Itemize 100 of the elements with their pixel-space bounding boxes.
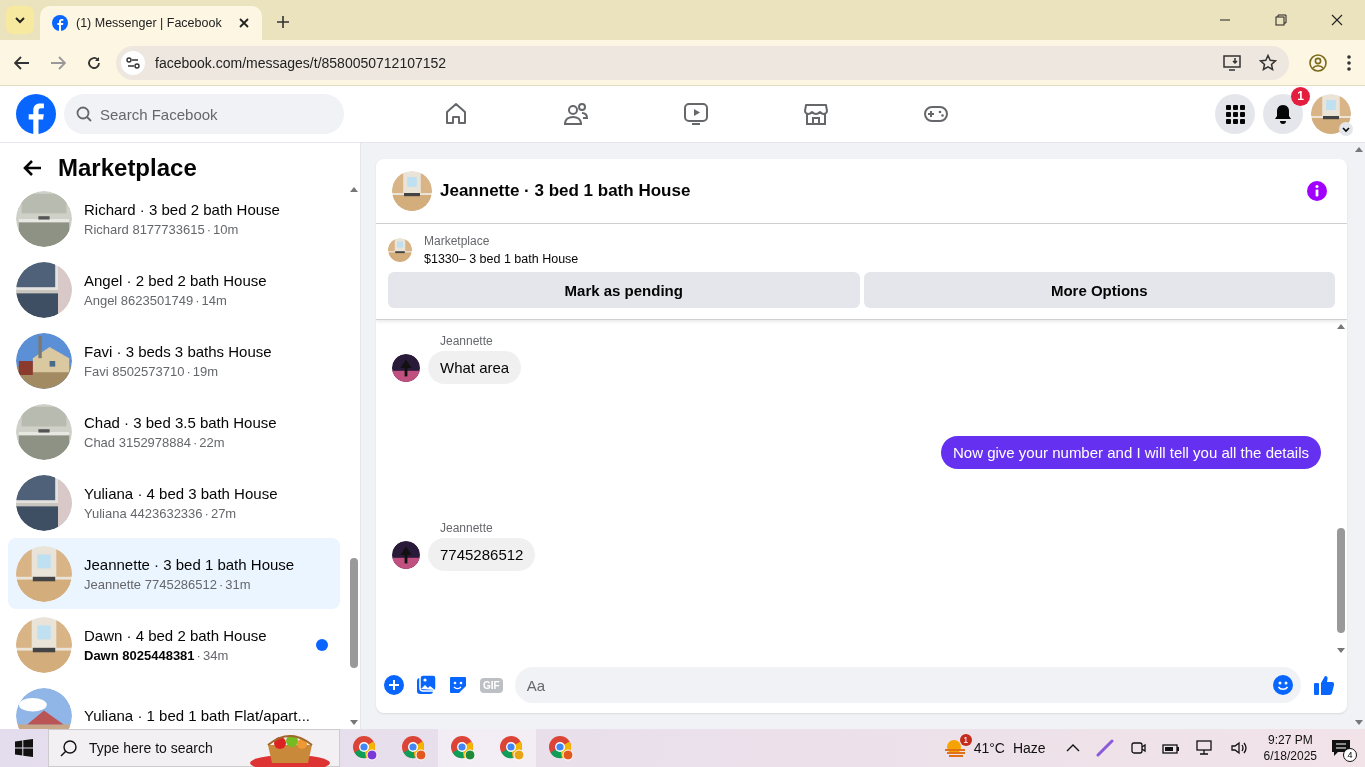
conversation-item[interactable]: Favi · 3 beds 3 baths House Favi 8502573710·19m (8, 325, 340, 396)
search-icon (60, 739, 78, 757)
listing-label: Marketplace (424, 234, 491, 248)
back-arrow-icon[interactable] (14, 55, 30, 70)
sticker-icon[interactable] (448, 675, 468, 695)
restore-icon[interactable] (1275, 14, 1287, 26)
facebook-logo[interactable] (16, 94, 56, 134)
message-preview: Angel 8623501749 (84, 292, 194, 308)
action-button[interactable]: More Options (863, 272, 1335, 308)
reload-icon[interactable] (86, 54, 102, 71)
battery-icon[interactable] (1161, 741, 1180, 755)
message-time: 10m (213, 221, 239, 237)
volume-icon[interactable] (1229, 740, 1248, 756)
menu-button[interactable] (1215, 94, 1255, 134)
sidebar-title: Marketplace (58, 154, 197, 182)
message-bubble: Now give your number and I will tell you all the details (941, 436, 1321, 469)
address-field[interactable]: facebook.com/messages/t/8580050712107152 (116, 45, 1289, 80)
scroll-down-icon[interactable] (350, 720, 358, 725)
forward-arrow-icon[interactable] (50, 55, 66, 70)
search-icon (76, 106, 92, 122)
bell-icon (1273, 104, 1293, 124)
pen-icon[interactable] (1095, 739, 1114, 757)
facebook-icon (52, 15, 68, 31)
more-icon[interactable] (1347, 54, 1351, 71)
conversation-item[interactable]: Dawn · 4 bed 2 bath House Dawn 8025448381·34m (8, 609, 340, 680)
scroll-down-icon[interactable] (1337, 648, 1345, 653)
chevron-up-icon[interactable] (1065, 744, 1080, 752)
conversation-item[interactable]: Yuliana · 4 bed 3 bath House Yuliana 4423632336·27m (8, 467, 340, 538)
message-time: 31m (225, 576, 251, 592)
message-field[interactable]: Aa (514, 667, 1301, 703)
message-preview: Richard 8177733615 (84, 221, 205, 237)
scroll-down-icon[interactable] (1355, 720, 1363, 725)
grid-icon (1225, 104, 1245, 124)
temperature-text: 41°C (973, 740, 1005, 756)
message-bubble: What area (428, 351, 522, 384)
info-icon[interactable] (1307, 181, 1327, 201)
scroll-up-icon[interactable] (1355, 147, 1363, 152)
conversation-title: Favi · 3 beds 3 baths House (84, 342, 273, 360)
message-time: 14m (201, 292, 227, 308)
conversation-title: Angel · 2 bed 2 bath House (84, 271, 268, 289)
message-bubble: 7745286512 (428, 538, 536, 571)
windows-icon[interactable] (15, 739, 33, 757)
network-icon[interactable] (1195, 740, 1214, 756)
back-arrow-icon[interactable] (22, 159, 42, 177)
site-settings-icon[interactable] (121, 50, 145, 75)
chrome-icon[interactable] (400, 735, 427, 761)
sender-name: Jeannette (440, 334, 494, 348)
clock-time: 9:27 PM (1267, 732, 1313, 748)
conversation-item[interactable]: Chad · 3 bed 3.5 bath House Chad 3152978884·22m (8, 396, 340, 467)
separator-dot: · (204, 505, 209, 521)
conversation-item[interactable]: Jeannette · 3 bed 1 bath House Jeannette 7745286512·31m (8, 538, 340, 609)
weather-badge: 1 (959, 734, 972, 746)
conversation-item[interactable]: Angel · 2 bed 2 bath House Angel 8623501749·14m (8, 254, 340, 325)
tab-search-button[interactable] (6, 6, 34, 34)
install-app-icon[interactable] (1223, 54, 1241, 71)
search-field[interactable]: Search Facebook (64, 94, 344, 134)
sender-name: Jeannette (440, 521, 494, 535)
weather-condition: Haze (1012, 740, 1046, 756)
message-preview: Dawn 8025448381 (84, 647, 195, 663)
listing-title: $1330– 3 bed 1 bath House (424, 252, 579, 266)
conversation-title: Jeannette · 3 bed 1 bath House (84, 555, 296, 573)
scrollbar-thumb[interactable] (1337, 528, 1345, 633)
message-preview: Jeannette 7745286512 (84, 576, 217, 592)
profile-icon[interactable] (1309, 53, 1327, 72)
separator-dot: · (195, 292, 200, 308)
chat-title: Jeannette · 3 bed 1 bath House (440, 181, 691, 201)
action-button[interactable]: Mark as pending (388, 272, 860, 308)
video-icon[interactable] (683, 101, 709, 127)
emoji-icon[interactable] (1273, 675, 1293, 695)
camera-icon[interactable] (1129, 740, 1146, 756)
close-icon[interactable] (238, 17, 250, 29)
scrollbar-thumb[interactable] (350, 558, 358, 668)
plus-icon[interactable] (276, 15, 290, 29)
friends-icon[interactable] (563, 101, 589, 127)
chrome-icon[interactable] (498, 735, 525, 761)
conversation-item[interactable]: Richard · 3 bed 2 bath House Richard 8177733615·10m (8, 183, 340, 254)
notification-count: 4 (1343, 748, 1357, 762)
image-icon[interactable] (416, 675, 436, 695)
chevron-down-icon (14, 16, 26, 24)
thumbs-up-icon[interactable] (1313, 674, 1335, 696)
home-icon[interactable] (443, 101, 469, 127)
conversation-title: Yuliana · 1 bed 1 bath Flat/apart... (84, 707, 311, 724)
notification-badge: 1 (1291, 87, 1310, 106)
plus-circle-icon[interactable] (384, 675, 404, 695)
separator-dot: · (193, 434, 198, 450)
message-time: 27m (210, 505, 237, 521)
scroll-up-icon[interactable] (1337, 324, 1345, 329)
star-icon[interactable] (1259, 53, 1277, 72)
message-time: 19m (192, 363, 219, 379)
scroll-up-icon[interactable] (350, 187, 358, 192)
sun-haze-icon[interactable] (943, 738, 966, 758)
chrome-icon[interactable] (449, 735, 476, 761)
marketplace-icon[interactable] (803, 101, 829, 127)
separator-dot: · (206, 221, 212, 237)
chevron-down-icon[interactable] (1339, 122, 1353, 136)
conversation-title: Chad · 3 bed 3.5 bath House (84, 413, 278, 431)
chrome-icon[interactable] (351, 735, 378, 761)
chrome-icon[interactable] (547, 735, 574, 761)
close-icon[interactable] (1331, 14, 1343, 26)
browser-tab[interactable]: (1) Messenger | Facebook (40, 6, 262, 40)
